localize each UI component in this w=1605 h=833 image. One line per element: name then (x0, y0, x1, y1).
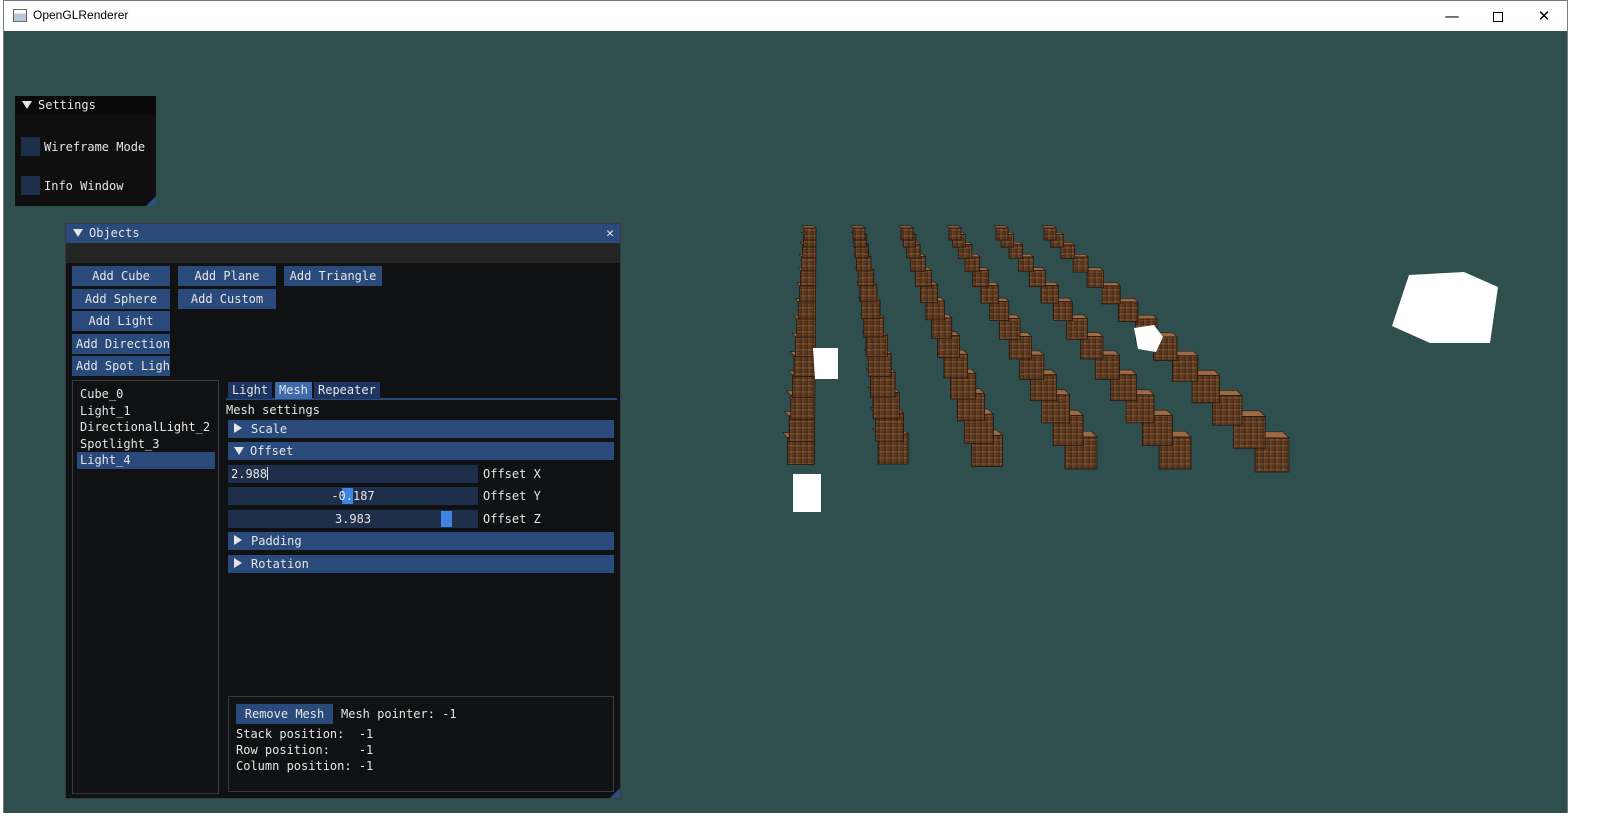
add-triangle-button[interactable]: Add Triangle (284, 266, 382, 286)
window-app-icon (13, 9, 27, 22)
objects-menu-strip (66, 243, 620, 263)
objects-title-bar[interactable]: Objects ✕ (66, 224, 620, 243)
info-window-checkbox[interactable] (21, 176, 40, 195)
settings-title-bar[interactable]: Settings (15, 96, 156, 115)
stack-position-text: Stack position: -1 (236, 727, 374, 741)
offset-z-slider-grab[interactable] (441, 511, 452, 527)
maximize-button[interactable] (1475, 1, 1521, 31)
offset-y-label: Offset Y (483, 489, 541, 503)
list-item[interactable]: Light_1 (77, 403, 215, 420)
app-window: OpenGLRenderer — ✕ Settings Wireframe Mo… (3, 0, 1568, 813)
objects-window[interactable]: Objects ✕ Add Cube Add Plane Add Triangl… (65, 223, 621, 799)
expand-triangle-icon (234, 423, 242, 433)
offset-x-input[interactable]: 2.988 (228, 465, 478, 483)
remove-mesh-button[interactable]: Remove Mesh (236, 704, 333, 724)
offset-z-label: Offset Z (483, 512, 541, 526)
expand-triangle-icon (234, 535, 242, 545)
crate-mesh (1041, 225, 1057, 241)
padding-header-label: Padding (251, 534, 302, 548)
minimize-icon: — (1444, 7, 1460, 25)
wireframe-mode-label: Wireframe Mode (44, 139, 146, 154)
offset-x-value: 2.988 (231, 467, 268, 481)
row-position-text: Row position: -1 (236, 743, 374, 757)
maximize-icon (1493, 11, 1503, 22)
text-caret (267, 467, 269, 480)
list-item[interactable]: Spotlight_3 (77, 436, 215, 453)
add-custom-button[interactable]: Add Custom (178, 289, 276, 309)
offset-y-value: -0.187 (331, 489, 375, 503)
close-button[interactable]: ✕ (1521, 1, 1567, 31)
offset-header-label: Offset (250, 444, 294, 458)
wireframe-mode-row[interactable]: Wireframe Mode (21, 137, 145, 156)
title-bar[interactable]: OpenGLRenderer — ✕ (4, 1, 1567, 31)
close-icon: ✕ (1537, 7, 1551, 25)
rotation-header-label: Rotation (251, 557, 309, 571)
window-title: OpenGLRenderer (33, 8, 129, 22)
add-plane-button[interactable]: Add Plane (178, 266, 276, 286)
light-cube-2 (793, 474, 821, 512)
list-item-selected[interactable]: Light_4 (77, 452, 215, 469)
add-directional-light-button[interactable]: Add Directional (72, 334, 170, 354)
offset-x-label: Offset X (483, 467, 541, 481)
tab-light[interactable]: Light (228, 382, 273, 399)
offset-z-value: 3.983 (334, 512, 372, 526)
crate-mesh (898, 225, 914, 241)
list-item[interactable]: Cube_0 (77, 386, 215, 403)
mesh-pointer-text: Mesh pointer: -1 (341, 707, 457, 721)
settings-title: Settings (38, 98, 96, 112)
list-item[interactable]: DirectionalLight_2 (77, 419, 215, 436)
scale-header-label: Scale (251, 422, 288, 436)
wireframe-mode-checkbox[interactable] (21, 137, 40, 156)
offset-z-slider[interactable]: 3.983 (228, 510, 478, 528)
settings-resize-grip[interactable] (146, 196, 156, 206)
info-window-label: Info Window (44, 178, 124, 193)
settings-window[interactable]: Settings Wireframe Mode Info Window (15, 96, 156, 206)
light-cube-4 (1392, 272, 1498, 343)
mesh-settings-label: Mesh settings (226, 403, 320, 417)
add-light-button[interactable]: Add Light (72, 311, 170, 331)
rotation-header[interactable]: Rotation (228, 555, 614, 573)
crate-mesh (850, 225, 866, 241)
crate-mesh (993, 225, 1009, 241)
add-cube-button[interactable]: Add Cube (72, 266, 170, 286)
mesh-info-panel: Remove Mesh Mesh pointer: -1 Stack posit… (228, 696, 614, 792)
tab-bar: Light Mesh Repeater (226, 380, 617, 400)
info-window-row[interactable]: Info Window (21, 176, 123, 195)
column-position-text: Column position: -1 (236, 759, 374, 773)
offset-y-slider[interactable]: -0.187 (228, 487, 478, 505)
crate-mesh (946, 225, 962, 241)
collapse-triangle-icon[interactable] (73, 229, 83, 237)
scale-header[interactable]: Scale (228, 420, 614, 438)
close-icon[interactable]: ✕ (606, 224, 614, 243)
expand-triangle-icon (234, 558, 242, 568)
object-list[interactable]: Cube_0 Light_1 DirectionalLight_2 Spotli… (72, 380, 219, 794)
collapse-triangle-icon (234, 447, 244, 455)
objects-title: Objects (89, 226, 140, 240)
tab-repeater[interactable]: Repeater (314, 382, 380, 399)
tab-mesh[interactable]: Mesh (275, 382, 312, 399)
objects-resize-grip[interactable] (610, 788, 620, 798)
collapse-triangle-icon[interactable] (22, 101, 32, 109)
offset-header[interactable]: Offset (228, 442, 614, 460)
crate-mesh (801, 225, 817, 241)
add-spot-light-button[interactable]: Add Spot Light (72, 356, 170, 376)
light-cube-1 (813, 348, 838, 379)
add-sphere-button[interactable]: Add Sphere (72, 289, 170, 309)
render-viewport[interactable]: Settings Wireframe Mode Info Window Obje… (4, 31, 1567, 813)
minimize-button[interactable]: — (1429, 1, 1475, 31)
padding-header[interactable]: Padding (228, 532, 614, 550)
